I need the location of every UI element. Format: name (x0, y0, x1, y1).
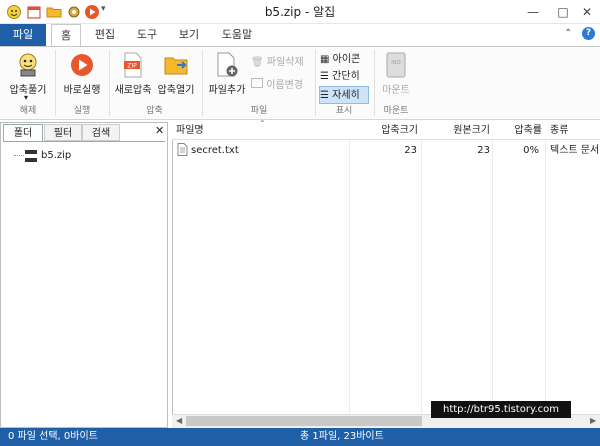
group-label-compress: 압축 (146, 106, 163, 116)
quick-access-dropdown-icon[interactable]: ▾ (101, 4, 106, 14)
rename-icon (251, 78, 263, 88)
folder-panel (0, 122, 168, 428)
column-divider (545, 140, 546, 415)
group-label-mount: 마운트 (383, 106, 409, 116)
new-zip-label: 새로압축 (114, 85, 152, 96)
scroll-left-icon[interactable]: ◀ (176, 414, 182, 428)
group-label-extract: 해제 (19, 106, 37, 116)
panel-tab-filter[interactable]: 필터 (44, 124, 82, 141)
scrollbar-thumb[interactable] (186, 416, 422, 426)
folder-icon[interactable] (46, 4, 62, 20)
rename-button[interactable]: 이름변경 (251, 77, 313, 95)
status-selection: 0 파일 선택, 0바이트 (8, 431, 98, 442)
tab-home[interactable]: 홈 (51, 24, 81, 46)
open-zip-icon (164, 57, 188, 75)
minimize-button[interactable]: — (518, 0, 548, 24)
ribbon-separator (315, 50, 316, 116)
column-divider (421, 140, 422, 415)
panel-tab-divider (3, 141, 165, 142)
gear-icon[interactable] (66, 4, 82, 20)
mount-button[interactable]: ISO 마운트 (376, 50, 416, 102)
view-icon-label: 아이콘 (332, 54, 361, 65)
iso-disc-icon: ISO (386, 52, 406, 78)
add-file-icon (217, 52, 238, 77)
tab-view[interactable]: 보기 (172, 24, 206, 46)
view-icon-button[interactable]: ▦ 아이콘 (320, 51, 370, 69)
run-icon (71, 54, 93, 76)
calendar-icon[interactable] (26, 4, 42, 20)
text-file-icon (177, 143, 188, 156)
compressed-size-cell: 23 (404, 145, 417, 156)
type-cell: 텍스트 문서 (550, 145, 600, 156)
ribbon-separator (109, 50, 110, 116)
file-name-cell: secret.txt (191, 145, 239, 156)
tree-connector (14, 155, 24, 156)
new-zip-icon: ZIP (124, 52, 142, 78)
column-divider (349, 140, 350, 415)
run-button[interactable]: 바로실행 (59, 50, 105, 102)
extract-dropdown-icon[interactable]: ▾ (24, 93, 28, 102)
ribbon-separator (55, 50, 56, 116)
panel-tab-folder[interactable]: 폴더 (3, 124, 43, 141)
ribbon-separator (202, 50, 203, 116)
tree-item-root[interactable]: b5.zip (24, 148, 84, 164)
rename-label: 이름변경 (266, 80, 303, 91)
add-file-label: 파일추가 (208, 85, 246, 96)
panel-tab-search[interactable]: 검색 (82, 124, 120, 141)
detail-list-icon: ☰ (320, 90, 329, 101)
ratio-cell: 0% (523, 145, 539, 156)
column-header-type[interactable]: 종류 (550, 122, 598, 140)
column-header-compressed[interactable]: 압축크기 (350, 122, 418, 140)
zip-file-icon (25, 150, 37, 162)
delete-file-button[interactable]: 🗑 파일삭제 (251, 54, 313, 72)
column-divider (492, 140, 493, 415)
group-label-file: 파일 (250, 106, 268, 116)
file-list-panel (172, 122, 600, 428)
svg-text:ISO: ISO (391, 60, 401, 66)
column-header-name[interactable]: 파일명 (176, 122, 296, 140)
mount-label: 마운트 (382, 85, 410, 96)
tree-root-label: b5.zip (41, 150, 72, 161)
tab-help[interactable]: 도움말 (216, 24, 258, 46)
view-list-label: 간단히 (332, 71, 360, 82)
delete-file-label: 파일삭제 (266, 57, 304, 68)
help-icon[interactable]: ? (582, 27, 595, 40)
open-zip-label: 압축열기 (157, 85, 195, 96)
new-zip-button[interactable]: ZIP 새로압축 (112, 50, 154, 102)
panel-close-icon[interactable]: ✕ (155, 124, 164, 137)
run-label: 바로실행 (63, 85, 101, 96)
play-icon[interactable] (84, 4, 100, 20)
svg-text:ZIP: ZIP (127, 63, 137, 70)
close-button[interactable]: ✕ (572, 0, 600, 24)
column-header-original[interactable]: 원본크기 (420, 122, 490, 140)
extract-icon (19, 53, 37, 77)
view-detail-button[interactable]: ☰ 자세히 (319, 86, 369, 104)
tab-tools[interactable]: 도구 (130, 24, 164, 46)
list-icon: ☰ (320, 71, 329, 82)
collapse-ribbon-icon[interactable]: ⌃ (564, 28, 572, 39)
group-label-run: 실행 (73, 106, 91, 116)
watermark: http://btr95.tistory.com (431, 401, 571, 418)
ribbon-separator (374, 50, 375, 116)
view-detail-label: 자세히 (332, 90, 360, 101)
status-total: 총 1파일, 23바이트 (300, 431, 384, 442)
smiley-icon[interactable] (6, 4, 22, 20)
extract-button[interactable]: 압축풀기 ▾ (6, 50, 50, 102)
tab-edit[interactable]: 편집 (88, 24, 122, 46)
grid-icon: ▦ (320, 54, 330, 65)
scroll-right-icon[interactable]: ▶ (590, 414, 596, 428)
group-label-display: 표시 (335, 106, 353, 116)
view-list-button[interactable]: ☰ 간단히 (320, 68, 370, 86)
original-size-cell: 23 (477, 145, 490, 156)
open-zip-button[interactable]: 압축열기 (155, 50, 197, 102)
trash-icon: 🗑 (251, 57, 264, 68)
column-header-ratio[interactable]: 압축률 (492, 122, 542, 140)
add-file-button[interactable]: 파일추가 (205, 50, 249, 102)
tab-file[interactable]: 파일 (0, 24, 46, 46)
